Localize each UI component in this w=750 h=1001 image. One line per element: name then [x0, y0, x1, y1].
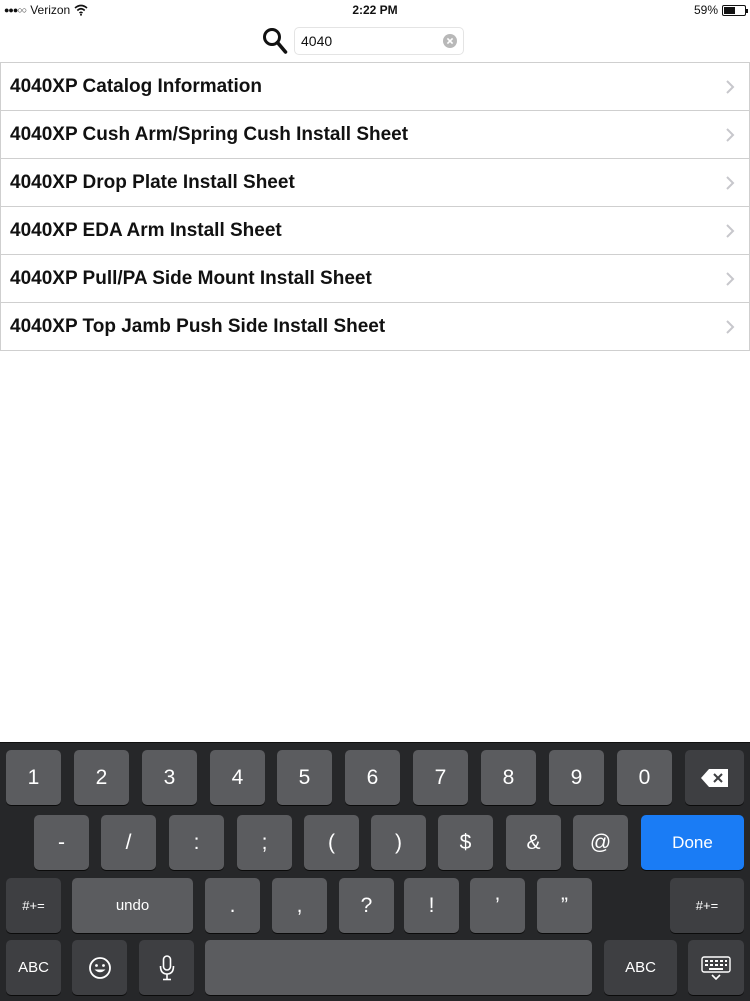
battery-fill: [724, 6, 735, 14]
dictation-key[interactable]: [139, 940, 194, 995]
list-item-label: 4040XP Pull/PA Side Mount Install Sheet: [10, 267, 372, 289]
key-2[interactable]: 2: [74, 750, 129, 805]
key-at[interactable]: @: [573, 815, 628, 870]
search-input[interactable]: [301, 32, 443, 49]
chevron-right-icon: [726, 272, 735, 286]
delete-key[interactable]: [685, 750, 744, 805]
abc-key-left[interactable]: ABC: [6, 940, 61, 995]
key-0[interactable]: 0: [617, 750, 672, 805]
key-question[interactable]: ?: [339, 878, 394, 933]
space-bar[interactable]: [205, 940, 592, 995]
result-list: 4040XP Catalog Information 4040XP Cush A…: [0, 62, 750, 351]
key-7[interactable]: 7: [413, 750, 468, 805]
done-button[interactable]: Done: [641, 815, 744, 870]
clear-icon[interactable]: [443, 33, 457, 48]
keyboard-hide-icon: [701, 955, 731, 980]
key-4[interactable]: 4: [210, 750, 265, 805]
symbols-key-left[interactable]: #+=: [6, 878, 61, 933]
chevron-right-icon: [726, 176, 735, 190]
status-right: 59%: [693, 3, 748, 17]
emoji-key[interactable]: [72, 940, 127, 995]
search-bar: [262, 26, 464, 55]
status-time: 2:22 PM: [352, 3, 398, 17]
emoji-icon: [88, 956, 111, 979]
key-dollar[interactable]: $: [438, 815, 493, 870]
search-icon[interactable]: [262, 27, 288, 55]
abc-key-right[interactable]: ABC: [604, 940, 677, 995]
microphone-icon: [159, 954, 174, 980]
list-item-label: 4040XP Top Jamb Push Side Install Sheet: [10, 315, 386, 337]
key-5[interactable]: 5: [277, 750, 332, 805]
search-field[interactable]: [294, 26, 464, 55]
chevron-right-icon: [726, 224, 735, 238]
key-6[interactable]: 6: [345, 750, 400, 805]
key-dash[interactable]: -: [34, 815, 89, 870]
key-ampersand[interactable]: &: [506, 815, 561, 870]
key-semicolon[interactable]: ;: [237, 815, 292, 870]
list-item-label: 4040XP Cush Arm/Spring Cush Install Shee…: [10, 123, 409, 145]
key-exclamation[interactable]: !: [404, 878, 459, 933]
chevron-right-icon: [726, 80, 735, 94]
list-item-label: 4040XP Catalog Information: [10, 75, 262, 97]
key-colon[interactable]: :: [169, 815, 224, 870]
chevron-right-icon: [726, 128, 735, 142]
key-quote[interactable]: ”: [537, 878, 592, 933]
list-item[interactable]: 4040XP Pull/PA Side Mount Install Sheet: [0, 255, 750, 303]
list-item[interactable]: 4040XP Top Jamb Push Side Install Sheet: [0, 303, 750, 351]
battery-percent: 59%: [693, 3, 718, 17]
backspace-icon: [700, 768, 728, 787]
list-item[interactable]: 4040XP Drop Plate Install Sheet: [0, 159, 750, 207]
chevron-right-icon: [726, 320, 735, 334]
hide-keyboard-key[interactable]: [688, 940, 744, 995]
key-open-paren[interactable]: (: [304, 815, 359, 870]
battery-icon: [722, 4, 748, 16]
keyboard: 1 2 3 4 5 6 7 8 9 0 - / : ; ( ) $ & @ Do…: [0, 742, 750, 1001]
list-item[interactable]: 4040XP Catalog Information: [0, 63, 750, 111]
list-item[interactable]: 4040XP Cush Arm/Spring Cush Install Shee…: [0, 111, 750, 159]
list-item[interactable]: 4040XP EDA Arm Install Sheet: [0, 207, 750, 255]
undo-key[interactable]: undo: [72, 878, 193, 933]
key-1[interactable]: 1: [6, 750, 61, 805]
list-item-label: 4040XP Drop Plate Install Sheet: [10, 171, 295, 193]
status-bar: ●●●○○ Verizon 2:22 PM 59%: [0, 0, 750, 22]
symbols-key-right[interactable]: #+=: [670, 878, 744, 933]
key-close-paren[interactable]: ): [371, 815, 426, 870]
key-comma[interactable]: ,: [272, 878, 327, 933]
key-9[interactable]: 9: [549, 750, 604, 805]
key-slash[interactable]: /: [101, 815, 156, 870]
key-period[interactable]: .: [205, 878, 260, 933]
key-apostrophe[interactable]: ’: [470, 878, 525, 933]
list-item-label: 4040XP EDA Arm Install Sheet: [10, 219, 282, 241]
key-3[interactable]: 3: [142, 750, 197, 805]
key-8[interactable]: 8: [481, 750, 536, 805]
